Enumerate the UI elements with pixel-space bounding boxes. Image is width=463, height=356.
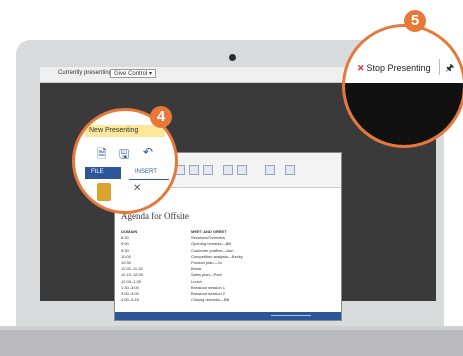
table-cell: Product plan—Jo bbox=[191, 259, 222, 265]
table-cell: 1:30–3:00 bbox=[121, 284, 139, 290]
undo-icon[interactable]: ↶ bbox=[143, 145, 153, 159]
column-header: DOMAIN bbox=[121, 229, 138, 234]
stop-presenting-label: Stop Presenting bbox=[366, 63, 431, 73]
table-cell: 11:15–12:00 bbox=[121, 272, 143, 278]
webcam bbox=[229, 54, 236, 61]
pin-icon[interactable]: 🖈 bbox=[445, 61, 454, 78]
cut-icon[interactable]: ✕ bbox=[133, 183, 141, 194]
table-cell: Competition analysis—Becky bbox=[191, 253, 243, 259]
table-cell: 10:30 bbox=[121, 259, 132, 265]
table-cell: Break bbox=[191, 266, 202, 272]
table-cell: 11:00–11:15 bbox=[121, 266, 143, 272]
table-cell: Opening remarks—Bill bbox=[191, 241, 232, 247]
save-icon[interactable]: 🖫 bbox=[119, 145, 129, 166]
agenda-table: DOMAIN MEET AND GREET 8:30 Sessions/Overv… bbox=[121, 229, 311, 303]
laptop-base bbox=[0, 330, 463, 356]
ribbon-button[interactable] bbox=[285, 165, 295, 175]
stop-presenting-magnifier: ✕ Stop Presenting 🖈 bbox=[342, 24, 463, 148]
column-header: MEET AND GREET bbox=[191, 229, 227, 234]
tab-insert-label: INSERT bbox=[135, 169, 157, 175]
presenting-status: Currently presenting bbox=[58, 70, 113, 76]
stop-presenting-button[interactable]: ✕ Stop Presenting bbox=[357, 63, 431, 74]
ribbon-button[interactable] bbox=[223, 165, 233, 175]
new-presenting-label: New Presenting bbox=[89, 127, 139, 134]
table-cell: 4:00–4:45 bbox=[121, 297, 139, 303]
ribbon-button[interactable] bbox=[189, 165, 199, 175]
table-row: 4:00–4:45 Closing remarks—Bill bbox=[121, 297, 311, 303]
step-badge-4: 4 bbox=[150, 106, 172, 128]
ribbon-button[interactable] bbox=[265, 165, 275, 175]
table-cell: 9:30 bbox=[121, 247, 129, 253]
give-control-button[interactable]: Give Control ▾ bbox=[110, 69, 157, 78]
paste-icon[interactable] bbox=[97, 183, 111, 201]
shared-screen-zoomed bbox=[345, 83, 463, 145]
tab-file[interactable]: FILE bbox=[85, 167, 121, 179]
table-cell: 12:00–1:30 bbox=[121, 278, 142, 284]
table-cell: Breakout session 2 bbox=[191, 290, 226, 296]
zoom-slider[interactable] bbox=[271, 315, 311, 316]
table-cell: 9:00 bbox=[121, 241, 129, 247]
tab-insert[interactable]: INSERT bbox=[129, 167, 169, 180]
table-cell: 10:00 bbox=[121, 253, 132, 259]
close-icon: ✕ bbox=[357, 63, 365, 73]
ribbon-button[interactable] bbox=[237, 165, 247, 175]
table-cell: Closing remarks—Bill bbox=[191, 297, 230, 303]
document-status-bar bbox=[115, 312, 341, 320]
table-cell: 3:00–4:00 bbox=[121, 290, 139, 296]
ribbon-button[interactable] bbox=[203, 165, 213, 175]
table-cell: Sessions/Overview bbox=[191, 235, 226, 241]
step-badge-5: 5 bbox=[404, 10, 426, 32]
toolbar-divider bbox=[439, 59, 440, 75]
table-cell: Breakout session 1 bbox=[191, 284, 226, 290]
table-cell: Customer profiles—Ann bbox=[191, 247, 234, 253]
table-cell: Lunch bbox=[191, 278, 202, 284]
document-icon[interactable]: 🗎 bbox=[97, 145, 107, 166]
tab-file-label: FILE bbox=[91, 169, 104, 175]
table-cell: Sales plan—Pam bbox=[191, 272, 222, 278]
table-cell: 8:30 bbox=[121, 235, 129, 241]
